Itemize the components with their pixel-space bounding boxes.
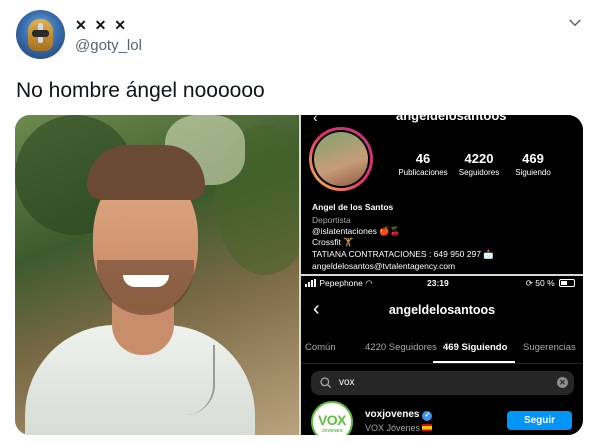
follow-button[interactable]: Seguir	[507, 411, 572, 430]
following-page-title: angeldelosantoos	[388, 303, 496, 317]
verified-badge-icon: ✓	[422, 411, 433, 421]
account-full-name-text: VOX Jóvenes	[365, 423, 421, 433]
account-full-name: VOX Jóvenes	[365, 423, 433, 433]
vox-logo-subtext: JÓVENES	[321, 428, 343, 433]
search-query: vox	[339, 377, 355, 388]
author-avatar[interactable]	[16, 10, 65, 59]
following-tabs: Común 4220 Seguidores 469 Siguiendo Suge…	[301, 338, 583, 364]
status-time: 23:19	[427, 278, 449, 288]
hair-shape	[87, 145, 205, 200]
chevron-down-icon[interactable]	[566, 14, 584, 32]
following-search-input[interactable]: vox ✕	[311, 371, 574, 395]
tab-comun[interactable]: Común	[305, 342, 336, 353]
stat-label: Siguiendo	[515, 168, 551, 177]
back-arrow-icon: ‹	[313, 115, 318, 125]
media-instagram-following[interactable]: Pepephone ◠ 23:19 ⟳ 50 % ‹ angeldelosant…	[301, 276, 583, 435]
smile-shape	[123, 275, 169, 287]
profile-avatar	[314, 132, 368, 186]
bio-category: Deportista	[312, 215, 351, 225]
bio-name: Angel de los Santos	[312, 202, 394, 212]
helmet-visor	[32, 30, 49, 37]
signal-icon	[305, 279, 317, 289]
profile-avatar-ring	[309, 127, 373, 191]
tab-siguiendo[interactable]: 469 Siguiendo	[443, 342, 507, 353]
clear-search-icon[interactable]: ✕	[557, 377, 568, 388]
stat-value: 469	[522, 151, 544, 166]
phone-status-bar: Pepephone ◠ 23:19 ⟳ 50 %	[301, 278, 583, 290]
media-instagram-profile[interactable]: ‹ angeldelosantoos 46 Publicaciones 4220…	[301, 115, 583, 274]
tab-seguidores[interactable]: 4220 Seguidores	[365, 342, 437, 353]
tweet-text: No hombre ángel noooooo	[16, 79, 265, 102]
account-username-text: voxjovenes	[365, 409, 420, 420]
lock-rotation-icon: ⟳	[525, 278, 533, 288]
account-avatar-vox[interactable]: VOX JÓVENES	[311, 401, 353, 435]
status-right: ⟳ 50 %	[526, 278, 575, 289]
bio-line: Crossfit 🏋	[312, 237, 354, 247]
bio-line: @islatentaciones 🍎🍒	[312, 226, 401, 236]
tweet-media[interactable]: ‹ angeldelosantoos 46 Publicaciones 4220…	[15, 115, 583, 435]
media-photo-portrait[interactable]	[15, 115, 299, 435]
account-username[interactable]: voxjovenes ✓	[365, 409, 433, 421]
carrier-name: Pepephone	[319, 278, 363, 288]
battery-percent: 50 %	[535, 278, 555, 288]
status-left: Pepephone ◠	[305, 278, 373, 289]
author-handle[interactable]: @goty_lol	[75, 37, 142, 54]
stat-following: 469 Siguiendo	[498, 151, 568, 177]
wifi-icon: ◠	[365, 278, 373, 288]
spain-flag-icon	[422, 424, 433, 431]
battery-icon	[559, 279, 575, 287]
bio-email: angeldelosantos@tvtalentagency.com	[312, 261, 456, 271]
author-display-name[interactable]: ✕ ✕ ✕	[75, 17, 128, 34]
profile-username: angeldelosantoos	[396, 115, 507, 123]
bio-line: TATIANA CONTRATACIONES : 649 950 297 📩	[312, 249, 494, 259]
tab-sugerencias[interactable]: Sugerencias	[523, 342, 576, 353]
search-icon	[320, 377, 332, 389]
active-tab-indicator	[433, 361, 515, 363]
vox-logo-text: VOX	[317, 412, 347, 428]
